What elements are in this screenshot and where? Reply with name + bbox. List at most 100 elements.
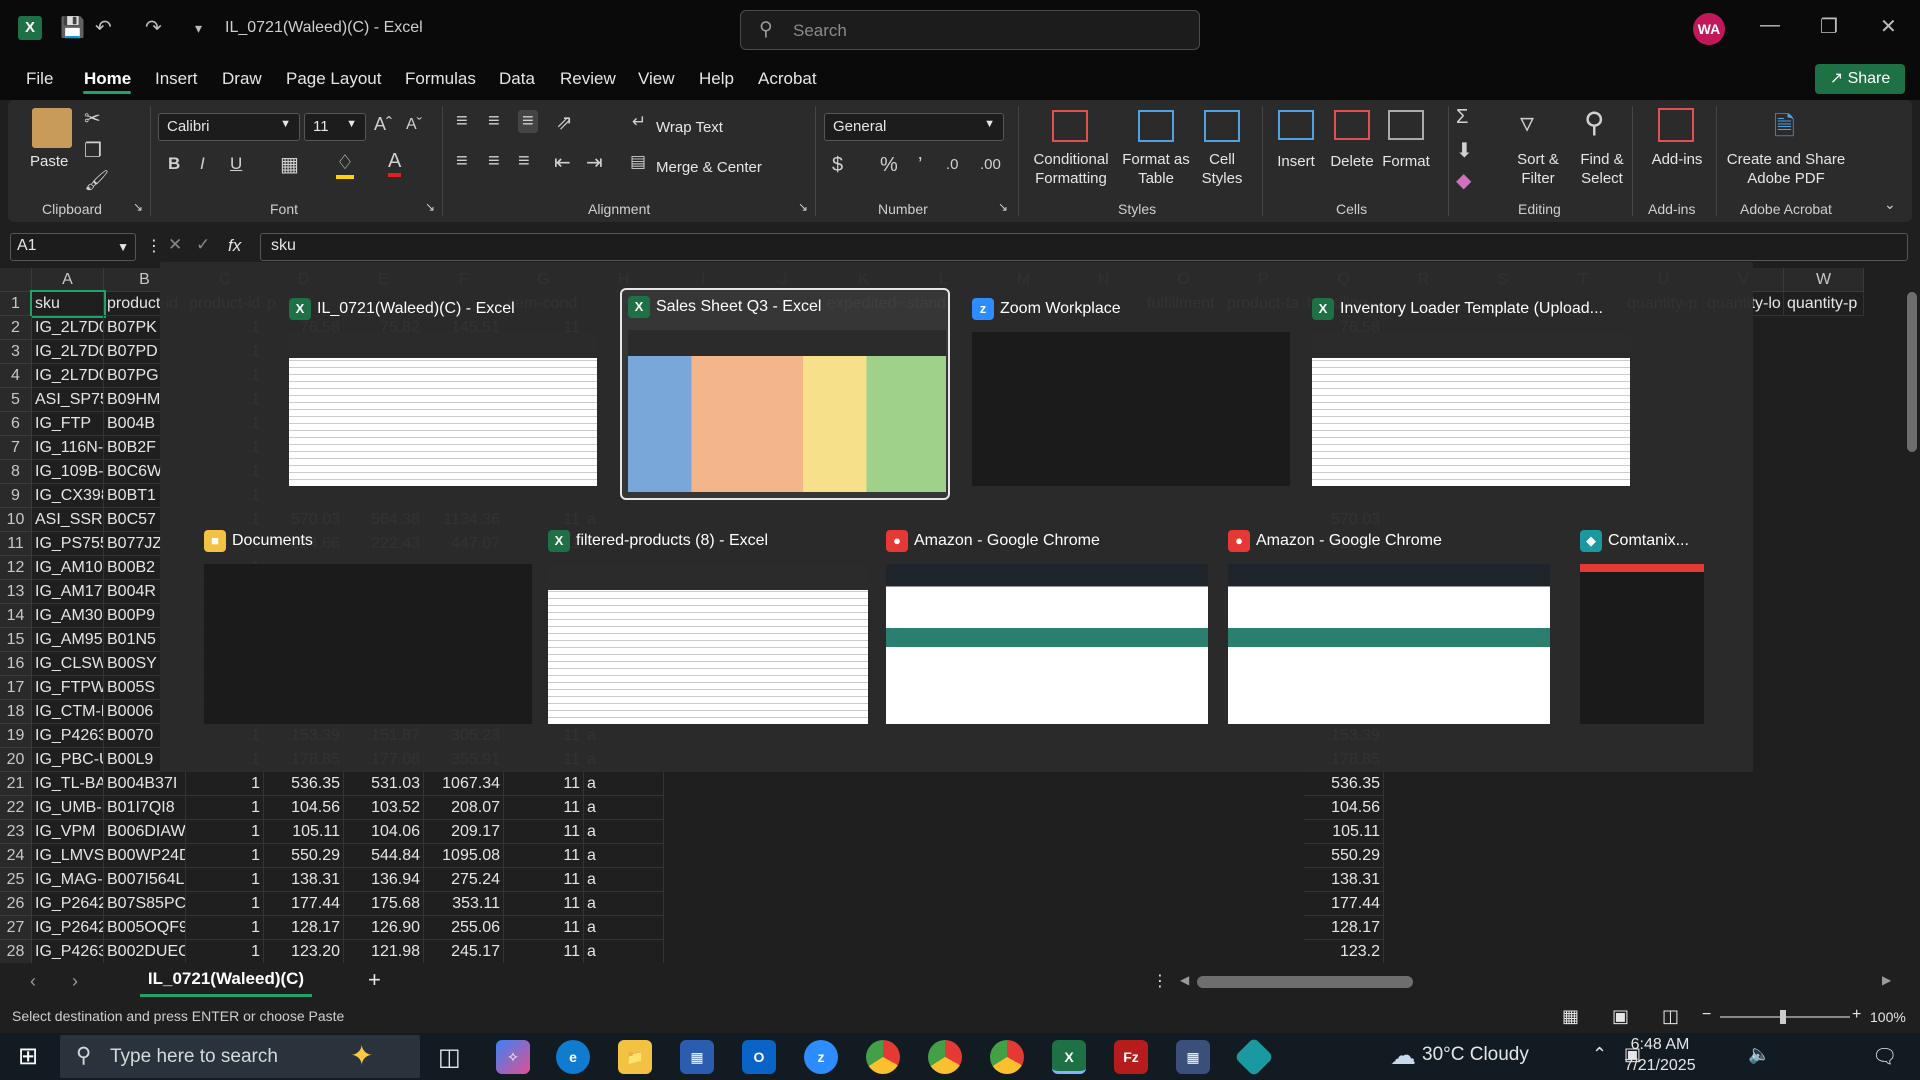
table-cell[interactable]: 550.29 xyxy=(1304,844,1384,868)
menu-acrobat[interactable]: Acrobat xyxy=(758,69,817,89)
table-cell[interactable]: B006DIAW xyxy=(104,820,186,844)
table-cell[interactable]: 177.44 xyxy=(264,892,344,916)
switcher-window-tile[interactable]: ● Amazon - Google Chrome xyxy=(880,524,1214,734)
share-button[interactable]: ↗ Share xyxy=(1815,64,1905,94)
table-cell[interactable]: IG_P2642F xyxy=(32,892,104,916)
table-cell[interactable]: a xyxy=(584,868,664,892)
vertical-scrollbar[interactable] xyxy=(1904,268,1920,963)
calculator-app-icon[interactable]: ▦ xyxy=(1176,1040,1210,1074)
table-cell[interactable]: 353.11 xyxy=(424,892,504,916)
table-cell[interactable]: 138.31 xyxy=(264,868,344,892)
table-cell[interactable]: 177.44 xyxy=(1304,892,1384,916)
decrease-font-icon[interactable]: Aˇ xyxy=(406,116,422,134)
table-cell[interactable]: IG_2L7D03 xyxy=(32,340,104,364)
align-middle-icon[interactable]: ≡ xyxy=(488,110,500,133)
alignment-launcher-icon[interactable]: ↘ xyxy=(798,200,808,214)
cell-styles-button[interactable]: Cell Styles xyxy=(1192,150,1252,188)
table-cell[interactable]: 275.24 xyxy=(424,868,504,892)
table-cell[interactable]: 531.03 xyxy=(344,772,424,796)
sheet-tab-active[interactable]: IL_0721(Waleed)(C) xyxy=(140,963,312,997)
menu-help[interactable]: Help xyxy=(699,69,734,89)
borders-icon[interactable]: ▦ xyxy=(280,152,299,177)
switcher-window-tile[interactable]: X Inventory Loader Template (Upload... xyxy=(1306,292,1636,496)
bold-icon[interactable]: B xyxy=(168,154,180,174)
table-cell[interactable]: IG_116N-U xyxy=(32,436,104,460)
scroll-right-icon[interactable]: ▶ xyxy=(1882,973,1891,987)
vertical-scroll-thumb[interactable] xyxy=(1907,292,1917,452)
table-cell[interactable]: 11 xyxy=(504,796,584,820)
table-cell[interactable]: 175.68 xyxy=(344,892,424,916)
header-cell[interactable]: sku xyxy=(30,290,106,318)
table-cell[interactable]: B07S85PC xyxy=(104,892,186,916)
font-name-select[interactable]: Calibri ▼ xyxy=(158,113,300,141)
chrome-app-icon[interactable] xyxy=(866,1040,900,1074)
find-select-icon[interactable]: ⚲ xyxy=(1584,106,1605,139)
decrease-indent-icon[interactable]: ⇤ xyxy=(554,150,571,175)
more-options-icon[interactable]: ⋮ xyxy=(146,236,162,256)
menu-file[interactable]: File xyxy=(26,69,53,89)
zoom-level[interactable]: 100% xyxy=(1870,1009,1906,1025)
table-cell[interactable]: 208.07 xyxy=(424,796,504,820)
table-cell[interactable]: 1 xyxy=(186,916,264,940)
table-cell[interactable]: 536.35 xyxy=(1304,772,1384,796)
column-header[interactable]: A xyxy=(32,268,104,292)
table-cell[interactable]: B00WP24D xyxy=(104,844,186,868)
delete-cells-button[interactable]: Delete xyxy=(1326,152,1378,171)
chrome-app-icon[interactable] xyxy=(928,1040,962,1074)
zoom-out-icon[interactable]: − xyxy=(1702,1006,1711,1024)
decrease-decimal-icon[interactable]: .00 xyxy=(980,156,1001,173)
row-header[interactable]: 25 xyxy=(0,868,32,892)
table-cell[interactable]: 1 xyxy=(186,772,264,796)
paste-button[interactable]: Paste xyxy=(30,152,68,171)
table-cell[interactable]: 104.06 xyxy=(344,820,424,844)
table-cell[interactable]: 1067.34 xyxy=(424,772,504,796)
menu-review[interactable]: Review xyxy=(560,69,616,89)
font-launcher-icon[interactable]: ↘ xyxy=(425,200,435,214)
table-cell[interactable]: B004B37I xyxy=(104,772,186,796)
copy-icon[interactable]: ❐ xyxy=(84,138,102,163)
task-view-icon[interactable]: ◫ xyxy=(438,1043,461,1072)
table-cell[interactable]: 1 xyxy=(186,844,264,868)
wrap-text-icon[interactable]: ↵ xyxy=(632,112,646,132)
table-cell[interactable]: IG_2L7D03 xyxy=(32,364,104,388)
table-cell[interactable]: IG_AM95 xyxy=(32,628,104,652)
fill-color-icon[interactable]: ♢ xyxy=(336,150,354,179)
align-left-icon[interactable]: ≡ xyxy=(456,150,468,173)
menu-home[interactable]: Home xyxy=(84,69,131,89)
table-cell[interactable]: IG_MAG-P xyxy=(32,868,104,892)
table-cell[interactable]: IG_FTP xyxy=(32,412,104,436)
next-sheet-icon[interactable]: › xyxy=(72,971,78,992)
table-cell[interactable]: IG_AM100 xyxy=(32,556,104,580)
undo-icon[interactable]: ↶ xyxy=(95,15,112,40)
volume-icon[interactable]: 🔈 xyxy=(1748,1044,1770,1065)
format-as-table-icon[interactable] xyxy=(1138,110,1174,142)
row-header[interactable]: 14 xyxy=(0,604,32,628)
conditional-formatting-button[interactable]: Conditional Formatting xyxy=(1026,150,1116,188)
menu-data[interactable]: Data xyxy=(499,69,535,89)
customize-qat-icon[interactable]: ▾ xyxy=(195,20,202,37)
row-header[interactable]: 19 xyxy=(0,724,32,748)
formula-input[interactable]: sku xyxy=(260,233,1908,261)
chrome-app-icon[interactable] xyxy=(990,1040,1024,1074)
table-cell[interactable]: IG_CX3987 xyxy=(32,484,104,508)
page-break-view-icon[interactable]: ◫ xyxy=(1662,1006,1679,1027)
table-cell[interactable]: 123.2 xyxy=(1304,940,1384,963)
increase-font-icon[interactable]: Aˆ xyxy=(374,114,392,135)
row-header[interactable]: 17 xyxy=(0,676,32,700)
font-color-icon[interactable]: A xyxy=(388,150,402,177)
row-header[interactable]: 26 xyxy=(0,892,32,916)
table-cell[interactable]: IG_CLSW xyxy=(32,652,104,676)
name-box[interactable]: A1 ▼ xyxy=(10,233,136,261)
row-header[interactable]: 10 xyxy=(0,508,32,532)
switcher-window-tile[interactable]: X Sales Sheet Q3 - Excel xyxy=(620,288,950,500)
copilot-app-icon[interactable]: ✧ xyxy=(496,1040,530,1074)
switcher-window-tile[interactable]: z Zoom Workplace xyxy=(966,292,1296,496)
table-cell[interactable]: 104.56 xyxy=(264,796,344,820)
table-cell[interactable]: 105.11 xyxy=(1304,820,1384,844)
align-top-icon[interactable]: ≡ xyxy=(456,110,468,133)
menu-insert[interactable]: Insert xyxy=(155,69,198,89)
switcher-window-tile[interactable]: Xfiltered-products (8) - Excel xyxy=(542,524,874,734)
zoom-in-icon[interactable]: + xyxy=(1852,1006,1861,1024)
table-cell[interactable]: B002DUEC xyxy=(104,940,186,963)
row-header[interactable]: 6 xyxy=(0,412,32,436)
